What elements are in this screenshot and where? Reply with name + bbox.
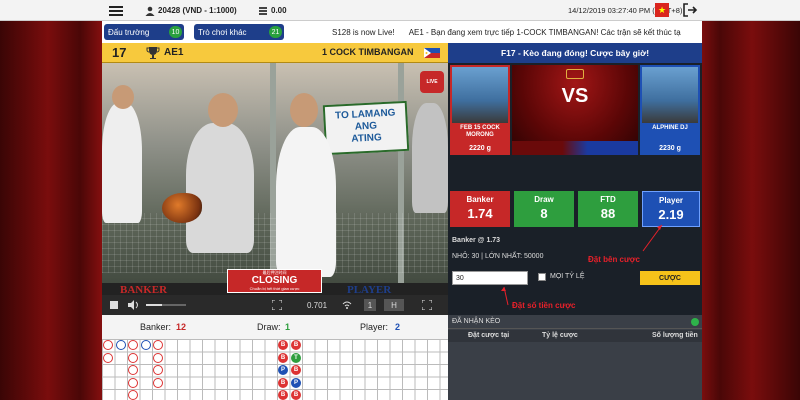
closing-label: CLOSING	[251, 275, 298, 286]
balance-info: 0.00	[258, 0, 287, 21]
menu-icon[interactable]	[108, 0, 124, 21]
tab-arena[interactable]: Đấu trường 10	[104, 24, 184, 40]
ticker-item: S128 is now Live!	[332, 27, 395, 37]
video-banker-label: BANKER	[120, 284, 168, 295]
playback-time: 0.701	[307, 300, 328, 310]
tab-other-games-label: Trò chơi khác	[198, 27, 247, 37]
logout-icon[interactable]	[682, 2, 698, 18]
stream-logo: LIVE	[420, 71, 444, 93]
closing-banner: 最后押注时间 CLOSING Chuẩn bị hết thời gian cư…	[227, 269, 322, 293]
quality-select[interactable]: H	[384, 299, 404, 311]
score-summary: Banker: 12 Draw: 1 Player: 2	[102, 315, 448, 339]
video-player-label: PLAYER	[347, 284, 392, 295]
fight-header: 17 AE1 1 COCK TIMBANGAN F17 - Kèo đang đ…	[102, 43, 702, 63]
account-info: 20428 (VND - 1:1000)	[145, 0, 237, 21]
fullscreen-icon[interactable]	[272, 295, 282, 315]
scoreboard-panel: Banker: 12 Draw: 1 Player: 2 B B B T P B…	[102, 315, 448, 400]
video-controls: 0.701 1 H	[102, 295, 448, 315]
event-title: 1 COCK TIMBANGAN	[322, 47, 414, 57]
vietnam-flag-icon[interactable]: ★	[655, 3, 669, 17]
received-bets-panel: ĐÃ NHẬN KÈO Đặt cược tại Tỷ lệ cược Số l…	[448, 315, 702, 400]
live-video[interactable]: TO LAMANG ANG ATING LIVE BANKER PLAYER 最…	[102, 63, 448, 295]
volume-slider[interactable]	[146, 295, 186, 315]
tab-row: Đấu trường 10 Trò chơi khác 21 S128 is n…	[102, 21, 702, 43]
balance-value: 0.00	[271, 6, 287, 15]
camera-select-1[interactable]: 1	[364, 299, 376, 311]
news-ticker: S128 is now Live! AE1 - Bạn đang xem trự…	[332, 21, 702, 43]
top-bar: 20428 (VND - 1:1000) 0.00 14/12/2019 03:…	[0, 0, 800, 21]
draw-count: 1	[285, 322, 291, 332]
fight-status: F17 - Kèo đang đóng! Cược bây giờ!	[448, 43, 702, 63]
stop-icon[interactable]	[110, 295, 118, 315]
tab-arena-label: Đấu trường	[108, 27, 150, 37]
account-label: 20428 (VND - 1:1000)	[158, 6, 237, 15]
betting-panel: FEB 15 COCK MORONG 2220 g VS ALPHINE DJ …	[448, 63, 702, 315]
arena-sign: TO LAMANG ANG ATING	[322, 100, 410, 156]
player-count: 2	[395, 322, 401, 332]
volume-icon[interactable]	[128, 295, 140, 315]
tab-arena-count: 10	[169, 26, 182, 38]
trophy-icon	[146, 47, 160, 59]
expand-icon[interactable]	[422, 295, 432, 315]
received-bets-header: ĐÃ NHẬN KÈO	[448, 315, 702, 329]
tab-other-games[interactable]: Trò chơi khác 21	[194, 24, 284, 40]
online-status-icon	[691, 318, 699, 326]
road-map-grid: B B B T P B B P B B	[102, 339, 448, 400]
banker-count: 12	[176, 322, 187, 332]
tab-other-games-count: 21	[269, 26, 282, 38]
fight-number: 17	[112, 45, 127, 60]
main-panel: Đấu trường 10 Trò chơi khác 21 S128 is n…	[102, 21, 702, 400]
user-icon	[145, 6, 155, 16]
received-bets-columns: Đặt cược tại Tỷ lệ cược Số lượng tiền	[448, 330, 702, 342]
ticker-item: AE1 - Bạn đang xem trực tiếp 1-COCK TIMB…	[408, 27, 681, 37]
rooster-image	[162, 193, 202, 223]
arena-name: AE1	[164, 47, 184, 58]
coins-icon	[259, 6, 267, 15]
philippines-flag-icon	[424, 48, 440, 58]
annotation-arrows	[501, 224, 663, 306]
signal-icon	[342, 295, 352, 315]
